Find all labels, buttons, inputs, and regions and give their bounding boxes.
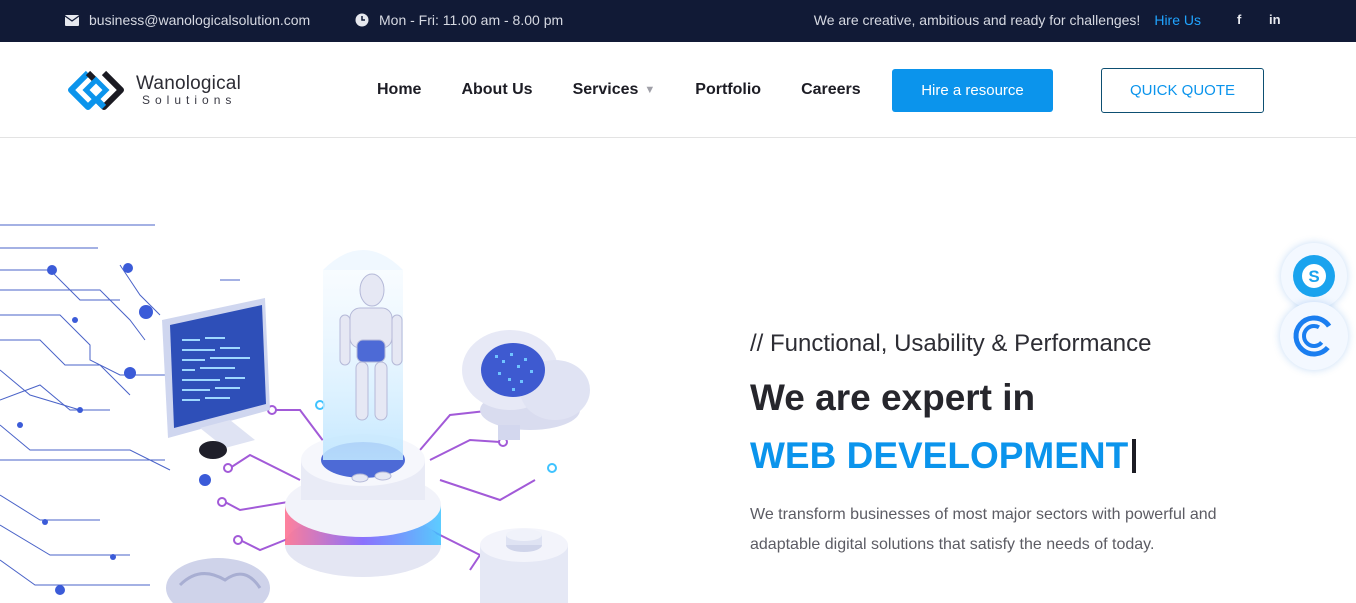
hire-us-link[interactable]: Hire Us bbox=[1154, 12, 1201, 28]
brain-graphic bbox=[166, 558, 270, 603]
nav-portfolio[interactable]: Portfolio bbox=[695, 81, 761, 99]
nav-careers[interactable]: Careers bbox=[801, 81, 861, 99]
skype-float-button[interactable]: S bbox=[1281, 243, 1347, 309]
logo-mark-icon bbox=[68, 70, 124, 110]
hire-resource-button[interactable]: Hire a resource bbox=[892, 69, 1053, 112]
hero-content: // Functional, Usability & Performance W… bbox=[750, 330, 1310, 560]
cloud-graphic bbox=[462, 330, 590, 440]
caret-down-icon: ▼ bbox=[644, 84, 656, 96]
logo-subname: Solutions bbox=[142, 93, 237, 107]
tagline-text: We are creative, ambitious and ready for… bbox=[813, 12, 1141, 28]
top-bar: business@wanologicalsolution.com Mon - F… bbox=[0, 0, 1356, 42]
monitor-graphic bbox=[162, 298, 270, 459]
hero-illustration bbox=[0, 224, 590, 603]
c-logo-icon bbox=[1293, 315, 1335, 357]
svg-text:S: S bbox=[1308, 267, 1319, 286]
main-nav: Home About Us Services ▼ Portfolio Career… bbox=[377, 81, 901, 99]
logo-text: Wanological Solutions bbox=[136, 73, 241, 107]
business-hours: Mon - Fri: 11.00 am - 8.00 pm bbox=[355, 12, 563, 28]
facebook-icon[interactable]: f bbox=[1237, 12, 1241, 27]
email-text: business@wanologicalsolution.com bbox=[89, 12, 311, 28]
logo[interactable]: Wanological Solutions bbox=[66, 67, 241, 113]
nav-home[interactable]: Home bbox=[377, 81, 421, 99]
mail-icon bbox=[65, 14, 79, 26]
chat-float-button[interactable] bbox=[1280, 302, 1348, 370]
linkedin-icon[interactable]: in bbox=[1269, 12, 1281, 27]
nav-services-label: Services bbox=[572, 81, 639, 98]
tagline: We are creative, ambitious and ready for… bbox=[814, 12, 1201, 28]
nav-services[interactable]: Services ▼ bbox=[573, 81, 656, 99]
database-graphic bbox=[480, 528, 568, 603]
site-header: Wanological Solutions Home About Us Serv… bbox=[0, 42, 1356, 138]
skype-icon: S bbox=[1293, 255, 1335, 297]
hero-subtitle: // Functional, Usability & Performance bbox=[750, 330, 1152, 357]
hero-highlight: WEB DEVELOPMENT bbox=[750, 434, 1310, 478]
logo-name: Wanological bbox=[136, 73, 241, 94]
nav-about-us[interactable]: About Us bbox=[461, 81, 532, 99]
quick-quote-button[interactable]: QUICK QUOTE bbox=[1101, 68, 1264, 113]
typing-cursor bbox=[1132, 439, 1137, 473]
hero-description: We transform businesses of most major se… bbox=[750, 506, 1217, 553]
hero-headline: We are expert in bbox=[750, 377, 1036, 418]
email-contact[interactable]: business@wanologicalsolution.com bbox=[65, 12, 310, 28]
hours-text: Mon - Fri: 11.00 am - 8.00 pm bbox=[379, 12, 564, 28]
clock-icon bbox=[355, 13, 369, 27]
hero-highlight-text: WEB DEVELOPMENT bbox=[750, 435, 1129, 476]
